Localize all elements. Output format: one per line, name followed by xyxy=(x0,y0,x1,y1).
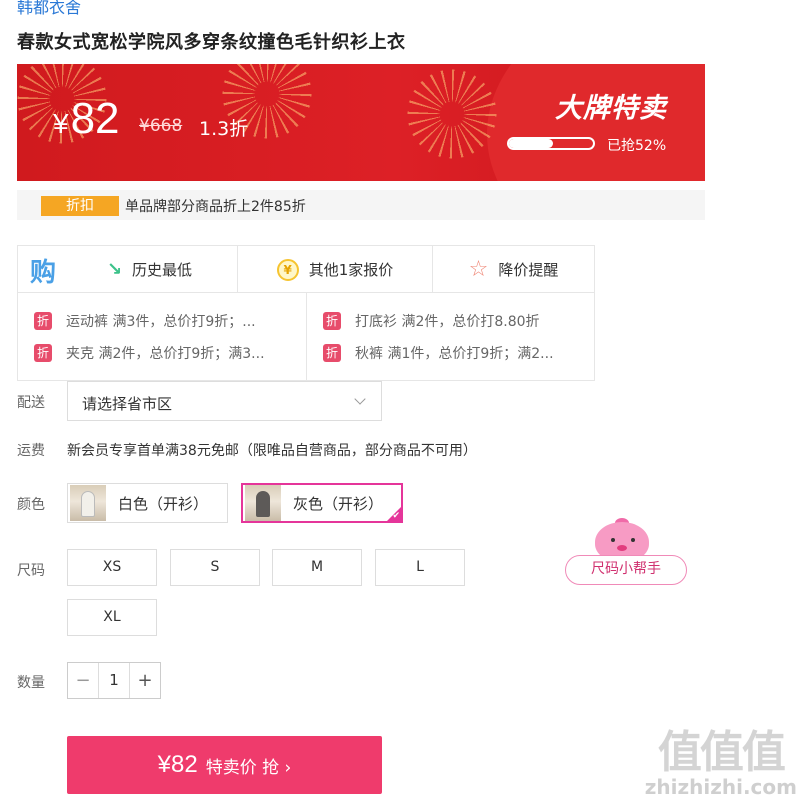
promo-text[interactable]: 单品牌部分商品折上2件85折 xyxy=(125,196,306,216)
offer-text: 运动裤 满3件，总价打9折；... xyxy=(66,314,256,330)
gray-cardigan-thumbnail xyxy=(245,485,281,521)
discount-badge-icon: 折 xyxy=(323,344,341,362)
checkmark-icon: ✔ xyxy=(392,511,400,521)
yen-coin-icon: ¥ xyxy=(276,258,299,281)
price-alert-label: 降价提醒 xyxy=(498,261,559,279)
product-title: 春款女式宽松学院风多穿条纹撞色毛针织衫上衣 xyxy=(17,32,406,53)
offers-list: 折 运动裤 满3件，总价打9折；... 折 打底衫 满2件，总价打8.80折 折… xyxy=(18,293,594,380)
bird-eye xyxy=(631,538,635,542)
lowest-price-button[interactable]: ↘ 历史最低 xyxy=(62,246,238,293)
white-cardigan-thumbnail xyxy=(70,485,106,521)
size-helper-button[interactable]: 尺码小帮手 xyxy=(565,518,687,586)
buy-now-button[interactable]: ¥82 特卖价 抢 › xyxy=(67,736,382,794)
discount-badge-icon: 折 xyxy=(323,312,341,330)
quantity-stepper: − 1 + xyxy=(67,662,161,699)
gou-logo-char: 购 xyxy=(30,258,57,288)
buy-button-price: ¥82 xyxy=(157,751,198,778)
price-info-toolbar: 购 ↘ 历史最低 ¥ 其他1家报价 ☆ 降价提醒 xyxy=(18,246,594,293)
offer-text: 夹克 满2件，总价打9折；满3... xyxy=(66,346,265,362)
original-price: ¥668 xyxy=(139,116,183,136)
size-option-s[interactable]: S xyxy=(170,549,260,586)
grabbed-percent: 已抢52% xyxy=(607,138,667,154)
quantity-decrease-button[interactable]: − xyxy=(68,663,98,698)
chevron-down-icon xyxy=(354,393,366,405)
watermark-url: zhizhizhi.com xyxy=(644,775,797,799)
shipping-label: 运费 xyxy=(17,443,45,459)
offers-divider xyxy=(306,293,307,380)
delivery-label: 配送 xyxy=(17,395,45,411)
star-icon: ☆ xyxy=(468,257,489,282)
lowest-price-label: 历史最低 xyxy=(132,261,193,279)
other-quotes-label: 其他1家报价 xyxy=(308,261,394,279)
currency-symbol: ¥ xyxy=(53,108,69,139)
discount-badge-icon: 折 xyxy=(34,312,52,330)
shipping-text: 新会员专享首单满38元免邮（限唯品自营商品，部分商品不可用） xyxy=(67,443,477,459)
offer-item[interactable]: 折 夹克 满2件，总价打9折；满3... xyxy=(34,343,265,363)
discount-badge-icon: 折 xyxy=(34,344,52,362)
trend-down-icon: ↘ xyxy=(106,259,123,280)
watermark: 值值值 zhizhizhi.com xyxy=(644,727,797,800)
sale-banner: ¥82 ¥668 1.3折 大牌特卖 已抢52% xyxy=(17,64,705,181)
color-option-gray[interactable]: 灰色（开衫） ✔ xyxy=(241,483,403,523)
region-select[interactable]: 请选择省市区 xyxy=(67,381,382,421)
offer-item[interactable]: 折 秋裤 满1件，总价打9折；满2... xyxy=(323,343,554,363)
current-price: ¥82 xyxy=(53,94,120,144)
size-label: 尺码 xyxy=(17,563,45,579)
size-option-l[interactable]: L xyxy=(375,549,465,586)
buy-button-text: 特卖价 抢 › xyxy=(205,757,292,778)
color-option-label: 白色（开衫） xyxy=(118,494,209,513)
figure-shape xyxy=(256,491,270,517)
sale-tag: 大牌特卖 xyxy=(555,93,667,124)
color-option-white[interactable]: 白色（开衫） xyxy=(67,483,228,523)
quantity-label: 数量 xyxy=(17,675,45,691)
brand-name[interactable]: 韩都衣舍 xyxy=(17,0,81,18)
bird-eye xyxy=(611,538,615,542)
grabbed-progress-bar xyxy=(507,137,595,150)
offer-item[interactable]: 折 打底衫 满2件，总价打8.80折 xyxy=(323,311,540,331)
discount-rate: 1.3折 xyxy=(199,118,249,140)
price-value: 82 xyxy=(70,94,120,143)
figure-shape xyxy=(81,491,95,517)
price-info-box: 购 ↘ 历史最低 ¥ 其他1家报价 ☆ 降价提醒 折 运动裤 满3件，总价打9折… xyxy=(17,245,595,381)
size-option-xs[interactable]: XS xyxy=(67,549,157,586)
offer-text: 秋裤 满1件，总价打9折；满2... xyxy=(355,346,554,362)
other-quotes-button[interactable]: ¥ 其他1家报价 xyxy=(238,246,433,293)
color-option-label: 灰色（开衫） xyxy=(293,494,384,513)
price-alert-button[interactable]: ☆ 降价提醒 xyxy=(433,246,594,293)
gou-logo-icon: 购 xyxy=(18,246,62,293)
offer-item[interactable]: 折 运动裤 满3件，总价打9折；... xyxy=(34,311,256,331)
size-option-xl[interactable]: XL xyxy=(67,599,157,636)
promo-bar: 折扣 单品牌部分商品折上2件85折 xyxy=(17,190,705,220)
firework-decoration xyxy=(397,64,507,169)
promo-badge: 折扣 xyxy=(41,196,119,216)
size-option-m[interactable]: M xyxy=(272,549,362,586)
grabbed-progress-fill xyxy=(509,139,553,148)
quantity-input[interactable]: 1 xyxy=(98,663,130,698)
quantity-increase-button[interactable]: + xyxy=(130,663,160,698)
region-select-value: 请选择省市区 xyxy=(82,395,173,413)
bird-beak xyxy=(617,545,627,551)
watermark-logo: 值值值 xyxy=(657,727,786,778)
color-label: 颜色 xyxy=(17,497,45,513)
size-helper-label: 尺码小帮手 xyxy=(565,555,687,585)
offer-text: 打底衫 满2件，总价打8.80折 xyxy=(355,314,540,330)
